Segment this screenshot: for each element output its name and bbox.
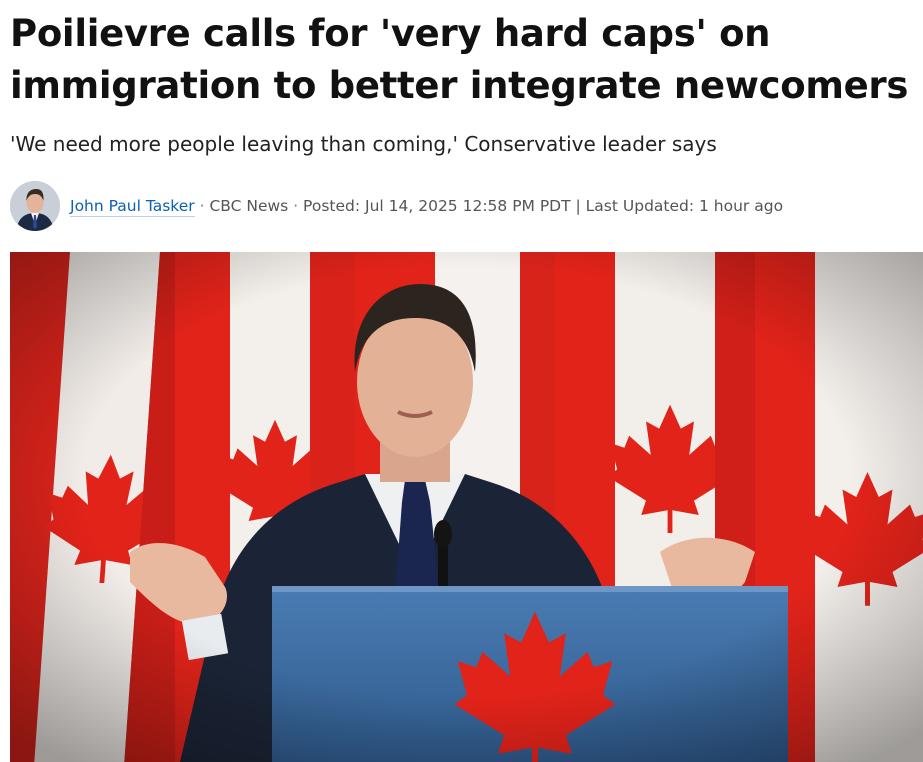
byline-separator: ·: [288, 197, 304, 215]
byline-meta: John Paul Tasker · CBC News · Posted: Ju…: [70, 197, 784, 217]
updated-label: Last Updated:: [585, 197, 700, 215]
author-avatar[interactable]: [10, 181, 60, 231]
byline-divider: |: [570, 197, 586, 215]
posted-label: Posted:: [303, 197, 366, 215]
article-headline: Poilievre calls for 'very hard caps' on …: [10, 12, 909, 107]
hero-photo-illustration: [10, 252, 923, 762]
byline: John Paul Tasker · CBC News · Posted: Ju…: [10, 181, 783, 231]
outlet-name: CBC News: [209, 197, 289, 215]
author-avatar-image: [10, 181, 60, 231]
article-dek: 'We need more people leaving than coming…: [10, 132, 717, 156]
updated-value: 1 hour ago: [699, 197, 784, 215]
author-link[interactable]: John Paul Tasker: [70, 197, 195, 217]
posted-date: Jul 14, 2025 12:58 PM PDT: [365, 197, 571, 215]
byline-separator: ·: [194, 197, 210, 215]
hero-image[interactable]: [10, 252, 923, 762]
